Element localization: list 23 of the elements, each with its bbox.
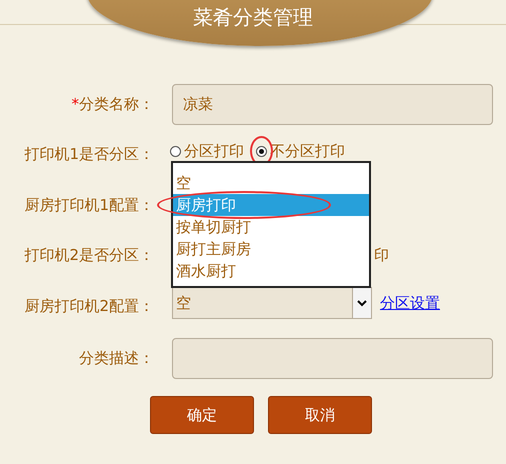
field-label: 打印机1是否分区： bbox=[24, 145, 154, 164]
field-label: 打印机2是否分区： bbox=[24, 246, 154, 266]
radio-label-fragment: 印 bbox=[374, 246, 389, 264]
action-button[interactable]: 确定 bbox=[150, 396, 254, 434]
dropdown-option[interactable]: 按单切厨打 bbox=[173, 216, 369, 238]
radio-button[interactable] bbox=[170, 146, 181, 158]
dropdown-option[interactable]: 厨打主厨房 bbox=[173, 238, 369, 260]
page-title: 菜肴分类管理 bbox=[193, 4, 313, 30]
field-label: 分类描述： bbox=[79, 349, 154, 368]
required-mark: * bbox=[72, 94, 79, 114]
dropdown-option[interactable]: 空 bbox=[173, 172, 369, 194]
zone-settings-link[interactable]: 分区设置 bbox=[380, 294, 440, 313]
radio-option[interactable]: 分区打印 bbox=[170, 142, 244, 162]
description-field[interactable] bbox=[172, 338, 493, 380]
name-field[interactable]: 凉菜 bbox=[172, 84, 493, 125]
radio-button[interactable] bbox=[256, 146, 267, 158]
dropdown-option[interactable]: 酒水厨打 bbox=[173, 260, 369, 282]
select-field[interactable]: 空 bbox=[172, 287, 372, 320]
field-label: 分类名称： bbox=[79, 94, 154, 114]
field-label: 厨房打印机1配置： bbox=[24, 196, 154, 215]
action-button[interactable]: 取消 bbox=[268, 396, 372, 434]
dropdown-option[interactable]: 厨房打印 bbox=[173, 194, 369, 216]
field-label: 厨房打印机2配置： bbox=[24, 296, 154, 316]
